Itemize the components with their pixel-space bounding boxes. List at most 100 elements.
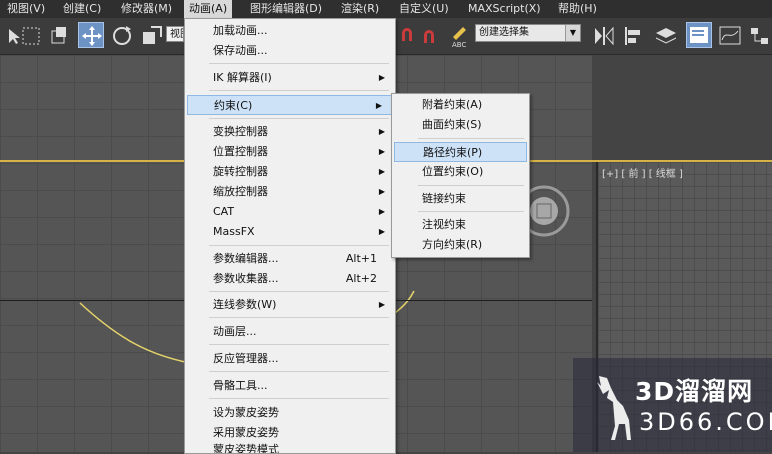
edit-named-selection-button[interactable]: ABC [448, 22, 474, 49]
menu-separator [209, 118, 389, 119]
item-label: 参数收集器... [213, 272, 279, 285]
scale-tool-button[interactable] [138, 22, 164, 48]
item-label: 设为蒙皮姿势 [213, 406, 279, 419]
rotate-icon [113, 26, 131, 45]
menu-rendering[interactable]: 渲染(R) [336, 0, 384, 18]
menu-separator [209, 317, 389, 318]
item-label: CAT [213, 205, 235, 218]
menu-help[interactable]: 帮助(H) [553, 0, 602, 18]
menu-bar: 视图(V) 创建(C) 修改器(M) 动画(A) 图形编辑器(D) 渲染(R) … [0, 0, 772, 18]
rect-select-icon [22, 27, 40, 45]
item-label: 动画层... [213, 325, 257, 338]
scene-explorer-button[interactable] [686, 22, 712, 48]
reaction-manager-item[interactable]: 反应管理器... [185, 349, 395, 369]
item-label: 反应管理器... [213, 352, 279, 365]
item-label: 骨骼工具... [213, 379, 268, 392]
transform-controllers-item[interactable]: 变换控制器 ▶ [185, 122, 395, 142]
named-selection-dropdown[interactable]: 创建选择集 ▼ [475, 24, 581, 42]
rect-select-button[interactable] [18, 22, 44, 48]
item-label: 方向约束(R) [422, 238, 483, 251]
animation-layers-item[interactable]: 动画层... [185, 322, 395, 342]
menu-separator [209, 344, 389, 345]
schematic-view-button[interactable] [746, 22, 772, 48]
scale-controllers-item[interactable]: 缩放控制器 ▶ [185, 182, 395, 202]
rotation-controllers-item[interactable]: 旋转控制器 ▶ [185, 162, 395, 182]
align-icon [625, 27, 640, 45]
item-label: 注视约束 [422, 218, 466, 231]
item-label: 曲面约束(S) [422, 118, 482, 131]
menu-separator [209, 398, 389, 399]
item-label: IK 解算器(I) [213, 71, 272, 84]
menu-maxscript[interactable]: MAXScript(X) [463, 0, 546, 18]
position-controllers-item[interactable]: 位置控制器 ▶ [185, 142, 395, 162]
submenu-arrow-icon: ▶ [375, 101, 382, 110]
menu-modifiers[interactable]: 修改器(M) [116, 0, 177, 18]
wire-parameters-item[interactable]: 连线参数(W) ▶ [185, 295, 395, 315]
cat-item[interactable]: CAT ▶ [185, 202, 395, 222]
menu-graph-editors[interactable]: 图形编辑器(D) [245, 0, 327, 18]
layers-icon [655, 28, 677, 44]
link-constraint-item[interactable]: 链接约束 [392, 189, 529, 209]
menu-animation[interactable]: 动画(A) [184, 0, 233, 18]
pencil-abc-icon: ABC [452, 27, 466, 49]
menu-separator [209, 371, 389, 372]
watermark-title: 3D溜溜网 [635, 377, 754, 406]
menu-separator [209, 90, 389, 91]
window-crossing-button[interactable] [46, 22, 72, 48]
ik-solvers-item[interactable]: IK 解算器(I) ▶ [185, 68, 395, 88]
item-label: 位置约束(O) [422, 165, 484, 178]
watermark-url: 3D66.COM [639, 408, 772, 436]
attachment-constraint-item[interactable]: 附着约束(A) [392, 95, 529, 115]
position-constraint-item[interactable]: 位置约束(O) [392, 162, 529, 182]
magnet-percent-icon [424, 30, 434, 43]
item-label: 链接约束 [422, 192, 466, 205]
item-label: 连线参数(W) [213, 298, 277, 311]
item-label: 参数编辑器... [213, 252, 279, 265]
dropdown-arrow-icon[interactable]: ▼ [565, 25, 580, 41]
item-label: 加载动画... [213, 24, 268, 37]
path-constraint-item[interactable]: 路径约束(P) [394, 142, 527, 162]
load-animation-item[interactable]: 加载动画... [185, 21, 395, 41]
spinner-snap-button[interactable] [420, 22, 446, 48]
orientation-constraint-item[interactable]: 方向约束(R) [392, 235, 529, 255]
curve-editor-button[interactable] [716, 22, 742, 48]
named-selection-value: 创建选择集 [479, 27, 529, 38]
item-label: 约束(C) [214, 99, 253, 112]
set-as-skin-pose-item[interactable]: 设为蒙皮姿势 [185, 403, 395, 423]
rotate-tool-button[interactable] [108, 22, 134, 48]
item-label: 变换控制器 [213, 125, 268, 138]
submenu-arrow-icon: ▶ [378, 207, 385, 216]
item-label: 旋转控制器 [213, 165, 268, 178]
submenu-arrow-icon: ▶ [378, 227, 385, 236]
reference-coord-field[interactable]: 视图 [166, 26, 184, 42]
menu-separator [209, 63, 389, 64]
move-tool-button[interactable] [78, 22, 104, 48]
align-button[interactable] [620, 22, 646, 48]
item-label: MassFX [213, 225, 255, 238]
lookat-constraint-item[interactable]: 注视约束 [392, 215, 529, 235]
item-label: 采用蒙皮姿势 [213, 426, 279, 439]
bone-tools-item[interactable]: 骨骼工具... [185, 376, 395, 396]
menu-separator [418, 138, 524, 139]
menu-separator [418, 211, 524, 212]
schematic-icon [751, 28, 768, 44]
watermark: 3D溜溜网 3D66.COM [573, 358, 772, 452]
save-animation-item[interactable]: 保存动画... [185, 41, 395, 61]
mirror-button[interactable] [590, 22, 616, 48]
menu-view[interactable]: 视图(V) [2, 0, 50, 18]
constraints-item[interactable]: 约束(C) ▶ [187, 95, 393, 115]
assume-skin-pose-item[interactable]: 采用蒙皮姿势 [185, 423, 395, 443]
menu-create[interactable]: 创建(C) [58, 0, 106, 18]
parameter-collector-item[interactable]: 参数收集器... Alt+2 [185, 269, 395, 289]
window-crossing-icon [51, 27, 66, 44]
surface-constraint-item[interactable]: 曲面约束(S) [392, 115, 529, 135]
submenu-arrow-icon: ▶ [378, 167, 385, 176]
menu-customize[interactable]: 自定义(U) [394, 0, 454, 18]
massfx-item[interactable]: MassFX ▶ [185, 222, 395, 242]
menu-separator [209, 245, 389, 246]
parameter-editor-item[interactable]: 参数编辑器... Alt+1 [185, 249, 395, 269]
mirror-icon [595, 26, 614, 46]
layer-manager-button[interactable] [652, 22, 678, 48]
item-label: 缩放控制器 [213, 185, 268, 198]
viewport-label[interactable]: [+] [ 前 ] [ 线框 ] [602, 165, 683, 180]
